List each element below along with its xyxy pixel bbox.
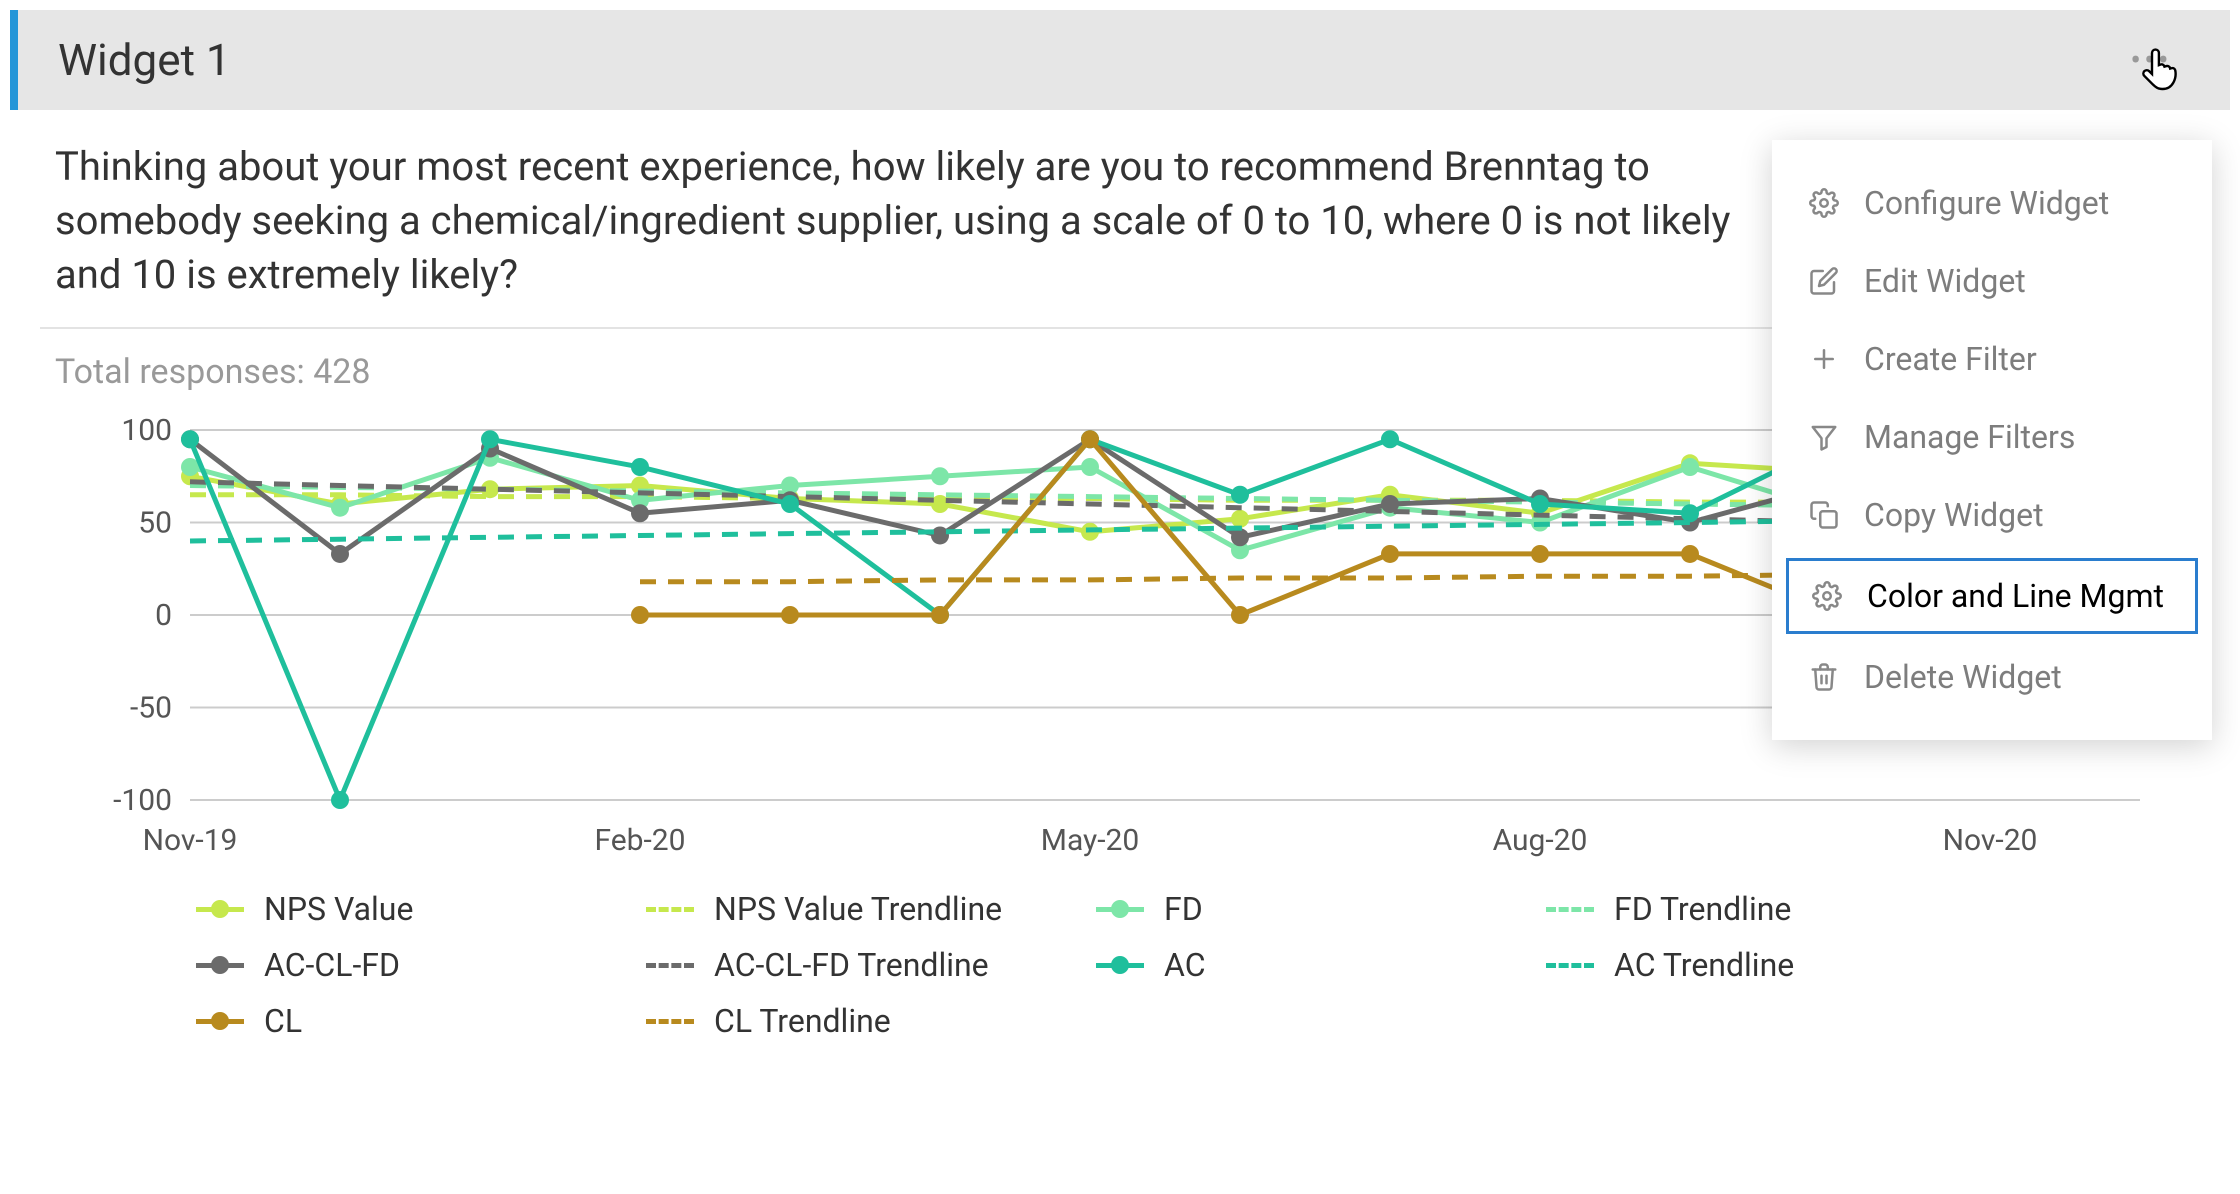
legend-swatch [640,951,700,979]
svg-text:May-20: May-20 [1041,823,1140,858]
legend-item[interactable]: FD [1090,890,1540,928]
legend-label: CL [264,1002,302,1040]
legend-swatch [1540,895,1600,923]
legend-item[interactable]: NPS Value Trendline [640,890,1090,928]
edit-icon [1806,263,1842,299]
plus-icon [1806,341,1842,377]
menu-item-label: Edit Widget [1864,262,2026,300]
more-options-button[interactable]: ••• [2122,36,2170,84]
legend-label: AC-CL-FD [264,946,400,984]
funnel-icon [1806,419,1842,455]
menu-item-configure-widget[interactable]: Configure Widget [1772,164,2212,242]
legend-swatch [190,895,250,923]
legend-item[interactable]: CL Trendline [640,1002,1090,1040]
menu-item-label: Copy Widget [1864,496,2044,534]
menu-item-manage-filters[interactable]: Manage Filters [1772,398,2212,476]
question-text: Thinking about your most recent experien… [10,130,1850,327]
svg-text:Nov-19: Nov-19 [143,823,238,858]
total-responses-label: Total responses: 428 [55,352,371,392]
legend-item[interactable]: AC [1090,946,1540,984]
menu-item-label: Color and Line Mgmt [1867,577,2164,615]
gear-icon [1806,185,1842,221]
legend-label: NPS Value Trendline [714,890,1002,928]
svg-text:50: 50 [138,506,172,541]
widget-container: Widget 1 ••• Thinking about your most re… [0,0,2240,1194]
legend-label: NPS Value [264,890,413,928]
legend-label: AC [1164,946,1206,984]
svg-text:-100: -100 [113,783,172,818]
legend-swatch [190,1007,250,1035]
legend-item[interactable]: CL [190,1002,640,1040]
chart-legend: NPS Value NPS Value Trendline FD FD Trendli… [10,870,2230,1040]
legend-swatch [640,1007,700,1035]
gear-icon [1809,578,1845,614]
legend-swatch [1090,895,1150,923]
svg-text:Aug-20: Aug-20 [1493,823,1588,858]
menu-item-edit-widget[interactable]: Edit Widget [1772,242,2212,320]
svg-text:-50: -50 [130,691,172,726]
menu-item-create-filter[interactable]: Create Filter [1772,320,2212,398]
legend-swatch [640,895,700,923]
trash-icon [1806,659,1842,695]
legend-label: CL Trendline [714,1002,891,1040]
menu-item-label: Configure Widget [1864,184,2109,222]
legend-label: AC-CL-FD Trendline [714,946,989,984]
menu-item-copy-widget[interactable]: Copy Widget [1772,476,2212,554]
legend-item[interactable]: AC Trendline [1540,946,1990,984]
legend-item[interactable]: NPS Value [190,890,640,928]
svg-text:100: 100 [121,413,172,448]
legend-swatch [190,951,250,979]
copy-icon [1806,497,1842,533]
menu-item-label: Create Filter [1864,340,2037,378]
cursor-hand-icon [2134,44,2182,92]
legend-swatch [1540,951,1600,979]
legend-label: FD [1164,890,1203,928]
svg-text:0: 0 [155,598,172,633]
menu-item-label: Delete Widget [1864,658,2062,696]
menu-item-delete-widget[interactable]: Delete Widget [1772,638,2212,716]
legend-swatch [1090,951,1150,979]
widget-header: Widget 1 ••• [10,10,2230,110]
menu-item-color-and-line-mgmt[interactable]: Color and Line Mgmt [1786,558,2198,634]
svg-text:Nov-20: Nov-20 [1943,823,2038,858]
legend-item[interactable]: AC-CL-FD [190,946,640,984]
menu-item-label: Manage Filters [1864,418,2075,456]
legend-label: FD Trendline [1614,890,1791,928]
legend-item[interactable]: AC-CL-FD Trendline [640,946,1090,984]
context-menu: Configure Widget Edit Widget Create Filter… [1772,140,2212,740]
legend-item[interactable]: FD Trendline [1540,890,1990,928]
widget-title: Widget 1 [58,34,231,86]
svg-text:Feb-20: Feb-20 [594,823,685,858]
legend-label: AC Trendline [1614,946,1794,984]
